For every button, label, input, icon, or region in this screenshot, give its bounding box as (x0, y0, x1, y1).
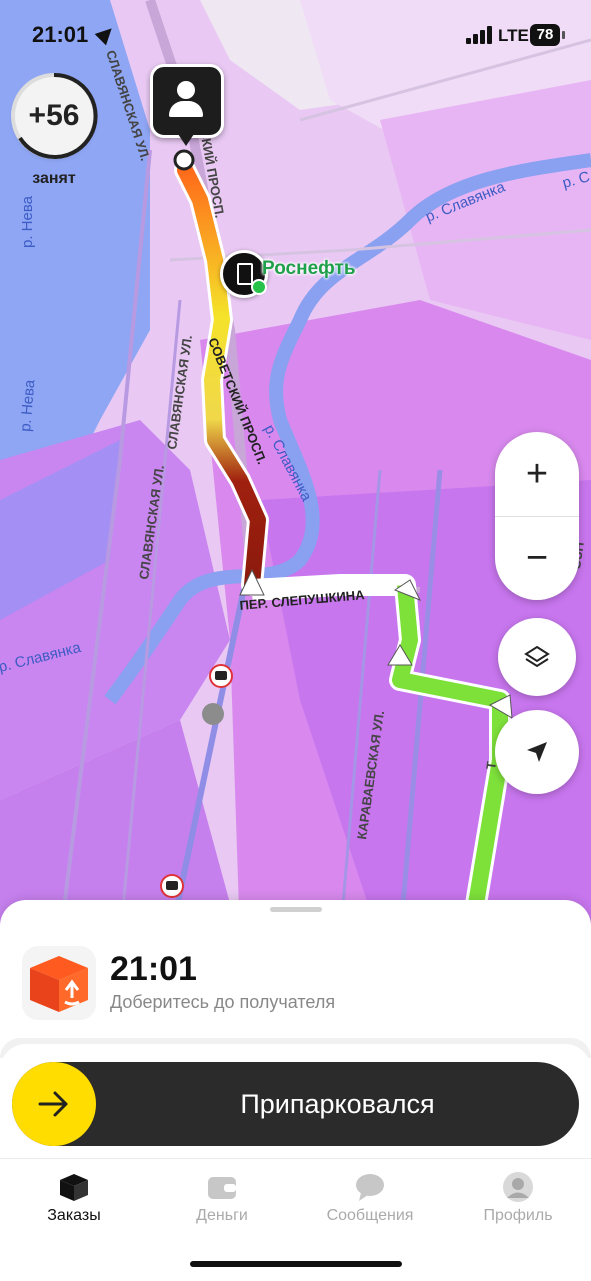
customer-pin[interactable] (150, 64, 224, 138)
home-indicator[interactable] (190, 1261, 402, 1267)
river-label: р. Нева (19, 195, 36, 248)
arrow-right-icon (38, 1091, 68, 1117)
parked-slider[interactable]: Припарковался (12, 1062, 579, 1146)
slider-label: Припарковался (240, 1089, 435, 1119)
tab-messages[interactable]: Сообщения (296, 1159, 444, 1239)
avatar-icon (503, 1172, 533, 1202)
person-icon (177, 81, 195, 99)
zoom-control: + − (495, 432, 579, 600)
tab-orders[interactable]: Заказы (0, 1159, 148, 1239)
layers-button[interactable] (498, 618, 576, 696)
fuel-station-label: Роснефть (262, 258, 356, 279)
start-marker (173, 149, 195, 171)
slider-knob[interactable] (12, 1062, 96, 1146)
wallet-icon (208, 1177, 236, 1199)
zoom-in-button[interactable]: + (495, 432, 579, 516)
sheet-handle[interactable] (270, 907, 322, 912)
battery-icon: 78 (530, 24, 565, 46)
driver-rating-badge[interactable]: +56 (11, 72, 98, 159)
box-icon (60, 1174, 88, 1201)
layers-icon (498, 618, 576, 696)
tab-profile[interactable]: Профиль (444, 1159, 591, 1239)
chat-icon (356, 1174, 384, 1201)
signal-icon (466, 26, 496, 44)
order-box-icon (22, 946, 96, 1020)
location-arrow-icon (94, 22, 118, 46)
navigation-arrow-icon (495, 710, 579, 794)
tab-money[interactable]: Деньги (148, 1159, 296, 1239)
tab-label: Профиль (483, 1207, 553, 1224)
status-bar: 21:01 LTE 78 (0, 0, 591, 70)
status-time: 21:01 (32, 22, 89, 47)
rating-value: +56 (28, 99, 80, 132)
network-type: LTE (498, 26, 529, 45)
order-instruction: Доберитесь до получателя (110, 992, 336, 1012)
chat-poi-icon (202, 703, 224, 725)
driver-status: занят (32, 170, 76, 187)
order-eta: 21:01 (110, 950, 197, 988)
zoom-out-button[interactable]: − (495, 516, 579, 600)
my-location-button[interactable] (495, 710, 579, 794)
tab-label: Сообщения (326, 1207, 414, 1224)
fuel-station-icon[interactable] (220, 250, 268, 298)
tab-label: Заказы (47, 1207, 101, 1224)
tab-label: Деньги (196, 1207, 248, 1224)
